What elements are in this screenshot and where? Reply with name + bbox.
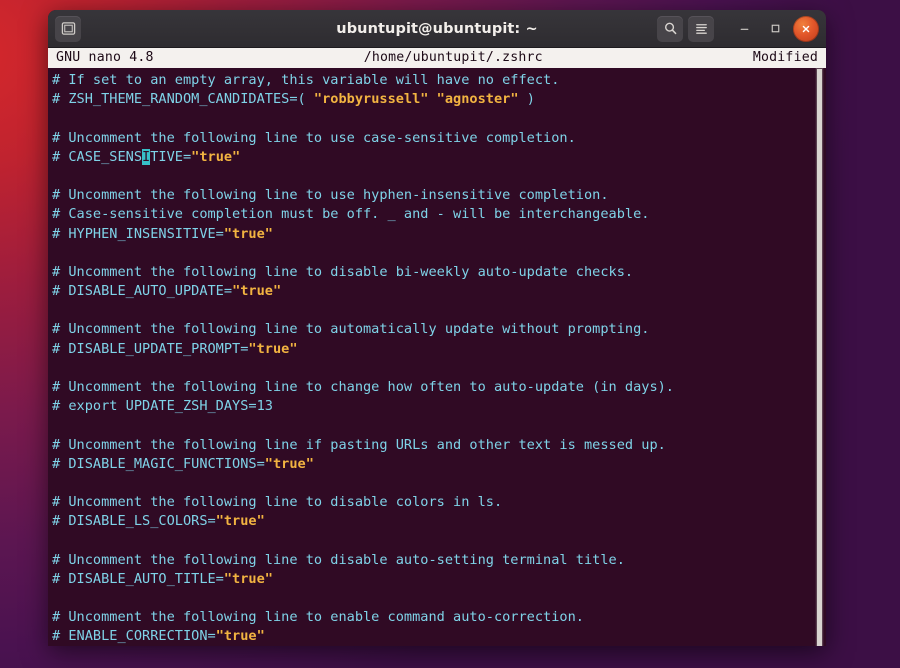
nano-line: # DISABLE_UPDATE_PROMPT="true"	[52, 340, 826, 359]
nano-editor: GNU nano 4.8 /home/ubuntupit/.zshrc Modi…	[48, 48, 826, 646]
terminal-icon[interactable]	[55, 15, 81, 42]
nano-line: # DISABLE_AUTO_UPDATE="true"	[52, 282, 826, 301]
nano-text-segment	[428, 91, 436, 107]
terminal-scrollbar-thumb[interactable]	[816, 68, 823, 646]
minimize-button[interactable]	[731, 16, 757, 42]
terminal-scrollbar[interactable]	[815, 68, 824, 646]
terminal-window: ubuntupit@ubuntupit: ~ GNU nano 4.8 /hom…	[48, 10, 826, 646]
nano-text-segment: "true"	[191, 148, 241, 165]
nano-text-segment: # Uncomment the following line to enable…	[52, 609, 584, 626]
nano-text-segment: # Uncomment the following line to disabl…	[52, 263, 634, 280]
nano-version-label: GNU nano 4.8	[56, 50, 154, 66]
nano-line: # DISABLE_MAGIC_FUNCTIONS="true"	[52, 455, 826, 474]
nano-text-segment: # Uncomment the following line to automa…	[52, 321, 650, 338]
nano-text-segment: # DISABLE_AUTO_TITLE=	[52, 570, 224, 587]
nano-text-segment: "true"	[215, 513, 265, 530]
nano-text-segment: # Uncomment the following line to change…	[52, 379, 674, 395]
close-button[interactable]	[793, 15, 819, 42]
nano-line	[52, 244, 826, 263]
nano-line: # Uncomment the following line to change…	[52, 378, 826, 397]
nano-line	[52, 532, 826, 551]
nano-line: # HYPHEN_INSENSITIVE="true"	[52, 225, 826, 244]
nano-line	[52, 589, 826, 608]
nano-text-segment: "true"	[223, 225, 273, 242]
maximize-button[interactable]	[762, 16, 788, 42]
nano-line: # Uncomment the following line to enable…	[52, 608, 826, 627]
nano-text-segment: )	[518, 91, 535, 108]
nano-line	[52, 474, 826, 493]
nano-text-segment: "true"	[232, 283, 282, 300]
nano-text-segment: # DISABLE_MAGIC_FUNCTIONS=	[52, 455, 265, 472]
nano-text-segment: # Uncomment the following line to disabl…	[52, 494, 503, 511]
nano-text-segment: # Uncomment the following line to use hy…	[52, 187, 609, 204]
nano-line	[52, 416, 826, 435]
nano-line	[52, 359, 826, 378]
nano-line: # DISABLE_AUTO_TITLE="true"	[52, 570, 826, 589]
nano-line: # Uncomment the following line if pastin…	[52, 436, 826, 455]
nano-text-segment: # Uncomment the following line to use ca…	[52, 129, 576, 146]
nano-modified-badge: Modified	[752, 50, 818, 66]
nano-line: # export UPDATE_ZSH_DAYS=13	[52, 397, 826, 416]
nano-line: # Uncomment the following line to use hy…	[52, 186, 826, 205]
nano-text-segment: # DISABLE_LS_COLORS=	[52, 513, 216, 530]
nano-text-segment: "true"	[248, 340, 298, 357]
nano-line: # Uncomment the following line to disabl…	[52, 493, 826, 512]
nano-status-bar: GNU nano 4.8 /home/ubuntupit/.zshrc Modi…	[48, 48, 826, 68]
nano-text-segment: # Uncomment the following line if pastin…	[52, 436, 666, 453]
nano-text-segment: # export UPDATE_ZSH_DAYS=13	[52, 398, 273, 415]
nano-line	[52, 167, 826, 186]
nano-text-segment: "true"	[223, 570, 273, 587]
nano-text-segment: # Case-sensitive completion must be off.…	[52, 206, 650, 223]
nano-text-area[interactable]: # If set to an empty array, this variabl…	[48, 68, 826, 646]
nano-line: # Case-sensitive completion must be off.…	[52, 205, 826, 224]
nano-line	[52, 301, 826, 320]
nano-line: # ZSH_THEME_RANDOM_CANDIDATES=( "robbyru…	[52, 90, 826, 109]
nano-text-segment: "robbyrussell"	[313, 91, 429, 108]
nano-text-segment: "true"	[264, 455, 314, 472]
nano-line: # CASE_SENSITIVE="true"	[52, 148, 826, 167]
nano-text-segment: # CASE_SENS	[52, 148, 143, 165]
nano-text-segment: TIVE=	[150, 148, 192, 165]
nano-line: # DISABLE_LS_COLORS="true"	[52, 512, 826, 531]
nano-line: # If set to an empty array, this variabl…	[52, 71, 826, 90]
nano-line: # Uncomment the following line to disabl…	[52, 263, 826, 282]
nano-line	[52, 109, 826, 128]
nano-text-segment: "agnoster"	[436, 91, 519, 108]
nano-text-segment: "true"	[215, 628, 265, 645]
nano-line: # Uncomment the following line to automa…	[52, 320, 826, 339]
nano-text-segment: # ZSH_THEME_RANDOM_CANDIDATES=(	[52, 91, 314, 108]
hamburger-menu-icon[interactable]	[688, 15, 714, 42]
text-cursor: I	[142, 148, 151, 165]
nano-filepath-label: /home/ubuntupit/.zshrc	[363, 50, 543, 66]
nano-text-segment: # If set to an empty array, this variabl…	[52, 72, 560, 88]
search-icon[interactable]	[657, 15, 683, 42]
nano-line: # Uncomment the following line to disabl…	[52, 551, 826, 570]
nano-text-segment: # DISABLE_UPDATE_PROMPT=	[52, 340, 249, 357]
nano-line: # ENABLE_CORRECTION="true"	[52, 627, 826, 646]
nano-line: # Uncomment the following line to use ca…	[52, 129, 826, 148]
nano-text-segment: # Uncomment the following line to disabl…	[52, 551, 625, 568]
window-titlebar: ubuntupit@ubuntupit: ~	[48, 10, 826, 48]
nano-text-segment: # HYPHEN_INSENSITIVE=	[52, 225, 224, 242]
nano-text-segment: # ENABLE_CORRECTION=	[52, 628, 216, 645]
nano-text-segment: # DISABLE_AUTO_UPDATE=	[52, 283, 233, 300]
